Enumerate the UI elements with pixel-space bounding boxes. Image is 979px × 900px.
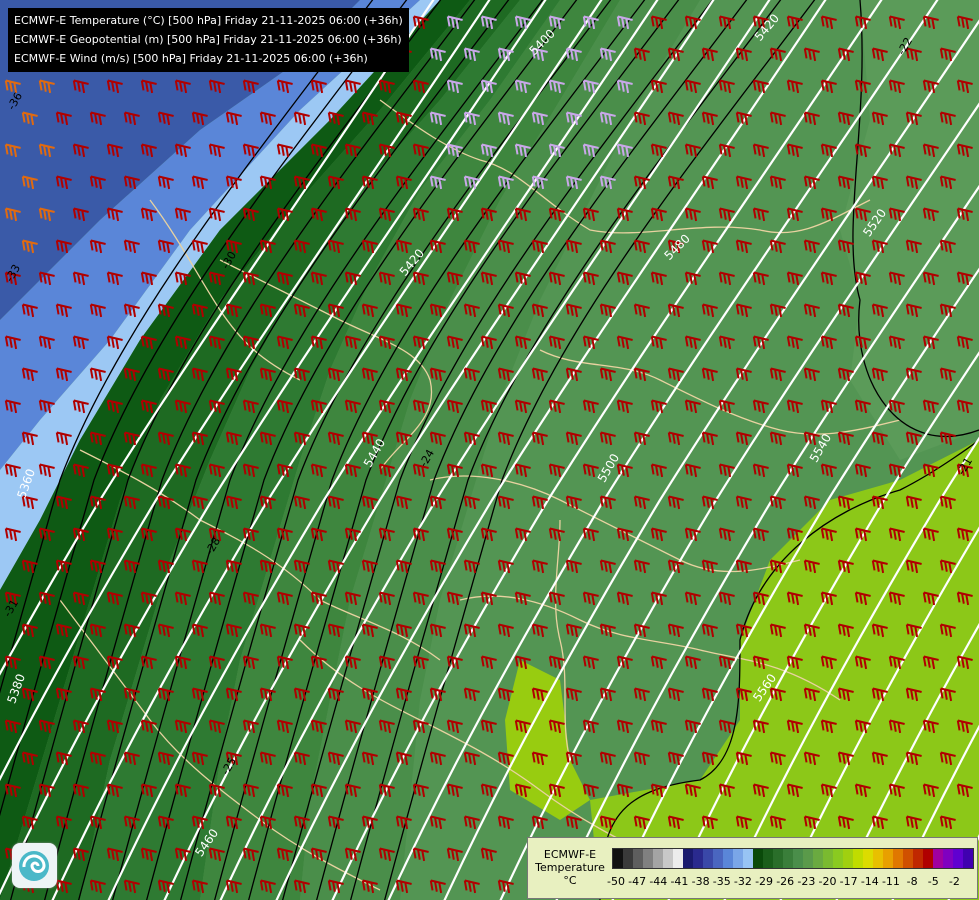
colorbar-tick-label: -20 xyxy=(818,875,837,888)
colorbar-tick-label: -11 xyxy=(881,875,900,888)
colorbar-swatch xyxy=(823,849,833,868)
header-temperature-line: ECMWF-E Temperature (°C) [500 hPa] Frida… xyxy=(14,14,403,27)
colorbar-swatch xyxy=(883,849,893,868)
colorbar-swatch xyxy=(663,849,673,868)
colorbar-tick-label: -47 xyxy=(628,875,647,888)
colorbar-swatch xyxy=(833,849,843,868)
colorbar-tick-label: -44 xyxy=(649,875,668,888)
colorbar-swatch xyxy=(923,849,933,868)
colorbar-swatch xyxy=(793,849,803,868)
colorbar-tick-label: -14 xyxy=(860,875,879,888)
colorbar-swatch xyxy=(743,849,753,868)
ecmwf-logo xyxy=(12,843,57,888)
colorbar-tick-label: -8 xyxy=(906,875,918,888)
temperature-fill-layer xyxy=(0,0,979,900)
ecmwf-swirl-icon xyxy=(19,851,49,881)
colorbar-swatch xyxy=(623,849,633,868)
colorbar-swatch xyxy=(733,849,743,868)
colorbar-swatch xyxy=(963,849,973,868)
header-wind-line: ECMWF-E Wind (m/s) [500 hPa] Friday 21-1… xyxy=(14,52,368,65)
colorbar-tick-label: -38 xyxy=(691,875,710,888)
colorbar-tick-label: -23 xyxy=(797,875,816,888)
colorbar-swatch xyxy=(783,849,793,868)
header-geopotential-line: ECMWF-E Geopotential (m) [500 hPa] Frida… xyxy=(14,33,402,46)
colorbar-tick-label: -29 xyxy=(755,875,774,888)
colorbar-swatch xyxy=(943,849,953,868)
colorbar-swatch xyxy=(613,849,623,868)
colorbar-swatch xyxy=(913,849,923,868)
colorbar-swatch xyxy=(843,849,853,868)
colorbar-swatch xyxy=(893,849,903,868)
colorbar-tick-label: -50 xyxy=(607,875,625,888)
colorbar-swatch xyxy=(653,849,663,868)
colorbar-title: ECMWF-E Temperature °C xyxy=(532,848,608,887)
colorbar-swatch xyxy=(753,849,763,868)
colorbar-swatch xyxy=(873,849,883,868)
colorbar-swatch xyxy=(853,849,863,868)
colorbar-swatch xyxy=(953,849,963,868)
colorbar-swatch xyxy=(763,849,773,868)
colorbar-title-model: ECMWF-E xyxy=(543,848,597,861)
colorbar-tick-label: -2 xyxy=(948,875,960,888)
colorbar-swatch xyxy=(863,849,873,868)
colorbar-swatch xyxy=(933,849,943,868)
colorbar-swatch xyxy=(803,849,813,868)
colorbar-swatch xyxy=(633,849,643,868)
colorbar-swatch xyxy=(773,849,783,868)
colorbar-tick-label: -35 xyxy=(712,875,731,888)
colorbar-swatch xyxy=(703,849,713,868)
colorbar-title-unit: °C xyxy=(563,874,577,887)
colorbar-tick-label: -5 xyxy=(927,875,939,888)
colorbar-swatch xyxy=(813,849,823,868)
map-header: ECMWF-E Temperature (°C) [500 hPa] Frida… xyxy=(8,8,409,72)
colorbar-tick-label: -41 xyxy=(670,875,689,888)
weather-map[interactable]: 5400542054405460548055005520554055605380… xyxy=(0,0,979,900)
temperature-colorbar: ECMWF-E Temperature °C -50 -47 -44 -41 -38 -3… xyxy=(527,837,978,899)
colorbar-swatch xyxy=(693,849,703,868)
colorbar-swatch xyxy=(673,849,683,868)
colorbar-title-variable: Temperature xyxy=(535,861,605,874)
colorbar-swatch xyxy=(683,849,693,868)
colorbar-swatch xyxy=(643,849,653,868)
colorbar-swatches xyxy=(612,848,974,869)
colorbar-swatch xyxy=(903,849,913,868)
colorbar-tick-label: -32 xyxy=(733,875,752,888)
colorbar-swatch xyxy=(713,849,723,868)
colorbar-swatch xyxy=(723,849,733,868)
colorbar-tick-label: -17 xyxy=(839,875,858,888)
colorbar-tick-label: -26 xyxy=(776,875,795,888)
